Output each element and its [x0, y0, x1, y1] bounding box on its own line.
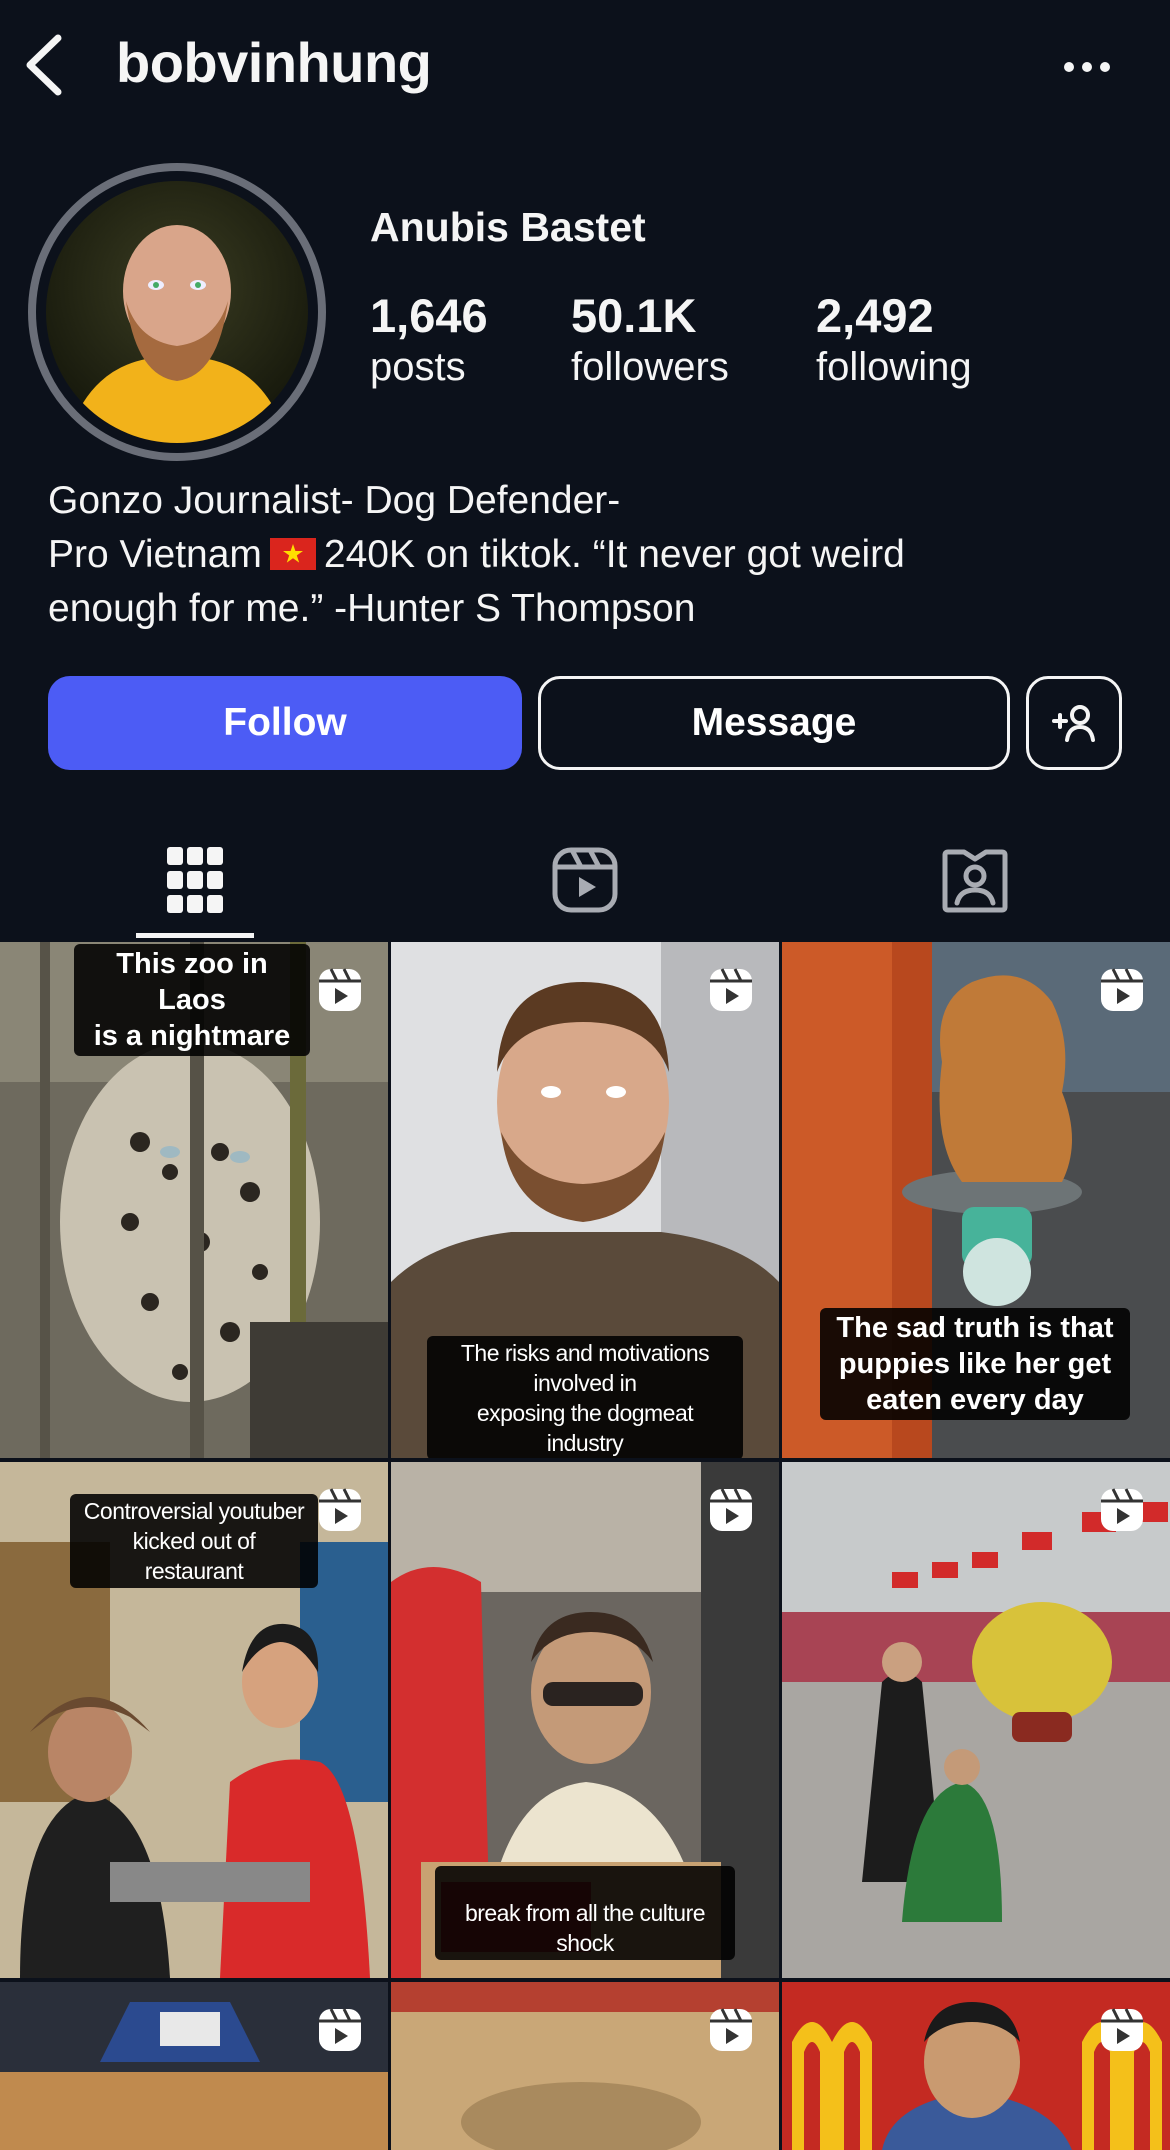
more-icon	[1064, 62, 1110, 72]
reel-icon	[319, 2008, 361, 2051]
post-tile[interactable]: The risks and motivations involved in exp…	[391, 942, 779, 1458]
profile-tabs	[0, 820, 1170, 940]
stat-value: 50.1K	[571, 289, 697, 342]
reels-icon	[552, 847, 618, 913]
caption-line: The sad truth is that	[836, 1312, 1114, 1344]
bio-text: 240K on tiktok. “It never got weird	[323, 533, 905, 576]
chevron-left-icon	[26, 34, 62, 96]
caption-line: Controversial youtuber	[83, 1498, 305, 1524]
post-tile[interactable]	[782, 1982, 1170, 2150]
reel-icon	[710, 2008, 752, 2051]
stat-value: 1,646	[370, 289, 488, 342]
profile-display-name: Anubis Bastet	[370, 204, 646, 250]
more-options-button[interactable]	[1062, 60, 1112, 74]
post-tile[interactable]: Controversial youtuber kicked out of rest…	[0, 1462, 388, 1978]
bio-line: Pro Vietnam 240K on tiktok. “It never got…	[48, 528, 1118, 582]
followers-count[interactable]: 50.1K followers	[571, 290, 729, 392]
post-tile[interactable]: This zoo in Laos is a nightmare	[0, 942, 388, 1458]
profile-bio: Gonzo Journalist- Dog Defender- Pro Viet…	[48, 474, 1118, 636]
caption-line: kicked out of restaurant	[132, 1528, 256, 1584]
post-caption: The risks and motivations involved in exp…	[427, 1336, 743, 1458]
stat-label: followers	[571, 345, 729, 389]
caption-line: puppies like her get	[838, 1348, 1112, 1380]
reel-icon	[1101, 1488, 1143, 1531]
reel-icon	[1101, 2008, 1143, 2051]
profile-username: bobvinhung	[116, 31, 432, 94]
stat-label: posts	[370, 345, 466, 389]
post-tile[interactable]: The sad truth is that puppies like her ge…	[782, 942, 1170, 1458]
caption-line: exposing the dogmeat industry	[476, 1400, 694, 1456]
post-tile[interactable]	[0, 1982, 388, 2150]
bio-line: Gonzo Journalist- Dog Defender-	[48, 479, 621, 522]
following-count[interactable]: 2,492 following	[816, 290, 972, 392]
reel-icon	[319, 1488, 361, 1531]
post-caption: Controversial youtuber kicked out of rest…	[70, 1494, 318, 1588]
add-person-icon	[1052, 705, 1095, 742]
message-button[interactable]: Message	[538, 676, 1010, 770]
tagged-icon	[942, 849, 1008, 913]
post-caption: The sad truth is that puppies like her ge…	[820, 1308, 1130, 1420]
vietnam-flag-icon	[269, 538, 316, 570]
back-button[interactable]	[22, 34, 68, 96]
caption-line: The risks and motivations involved in	[460, 1340, 710, 1396]
post-tile[interactable]: break from all the culture shock	[391, 1462, 779, 1978]
posts-count[interactable]: 1,646 posts	[370, 290, 488, 392]
reel-icon	[1101, 968, 1143, 1011]
tab-tagged[interactable]	[780, 820, 1170, 940]
tab-reels[interactable]	[390, 820, 780, 940]
reel-icon	[710, 1488, 752, 1531]
caption-line: break from all the culture shock	[464, 1900, 706, 1956]
post-caption: This zoo in Laos is a nightmare	[74, 944, 310, 1056]
post-caption: break from all the culture shock	[435, 1866, 735, 1960]
posts-grid: This zoo in Laos is a nightmare The risks…	[0, 942, 1170, 2150]
reel-icon	[319, 968, 361, 1011]
bio-line: enough for me.” -Hunter S Thompson	[48, 587, 696, 630]
avatar-story-ring[interactable]	[28, 163, 326, 461]
follow-button[interactable]: Follow	[48, 676, 522, 770]
profile-header: bobvinhung	[0, 0, 1170, 130]
post-tile[interactable]	[782, 1462, 1170, 1978]
grid-icon	[167, 847, 223, 913]
suggested-users-button[interactable]	[1026, 676, 1122, 770]
post-tile[interactable]	[391, 1982, 779, 2150]
caption-line: This zoo in Laos	[116, 948, 268, 1016]
stat-label: following	[816, 345, 972, 389]
reel-icon	[710, 968, 752, 1011]
caption-line: eaten every day	[866, 1384, 1084, 1416]
avatar	[46, 181, 308, 443]
bio-text: Pro Vietnam	[48, 533, 262, 576]
tab-posts-grid[interactable]	[0, 820, 390, 940]
active-tab-indicator	[136, 933, 254, 938]
stat-value: 2,492	[816, 289, 934, 342]
caption-line: is a nightmare	[93, 1020, 291, 1052]
